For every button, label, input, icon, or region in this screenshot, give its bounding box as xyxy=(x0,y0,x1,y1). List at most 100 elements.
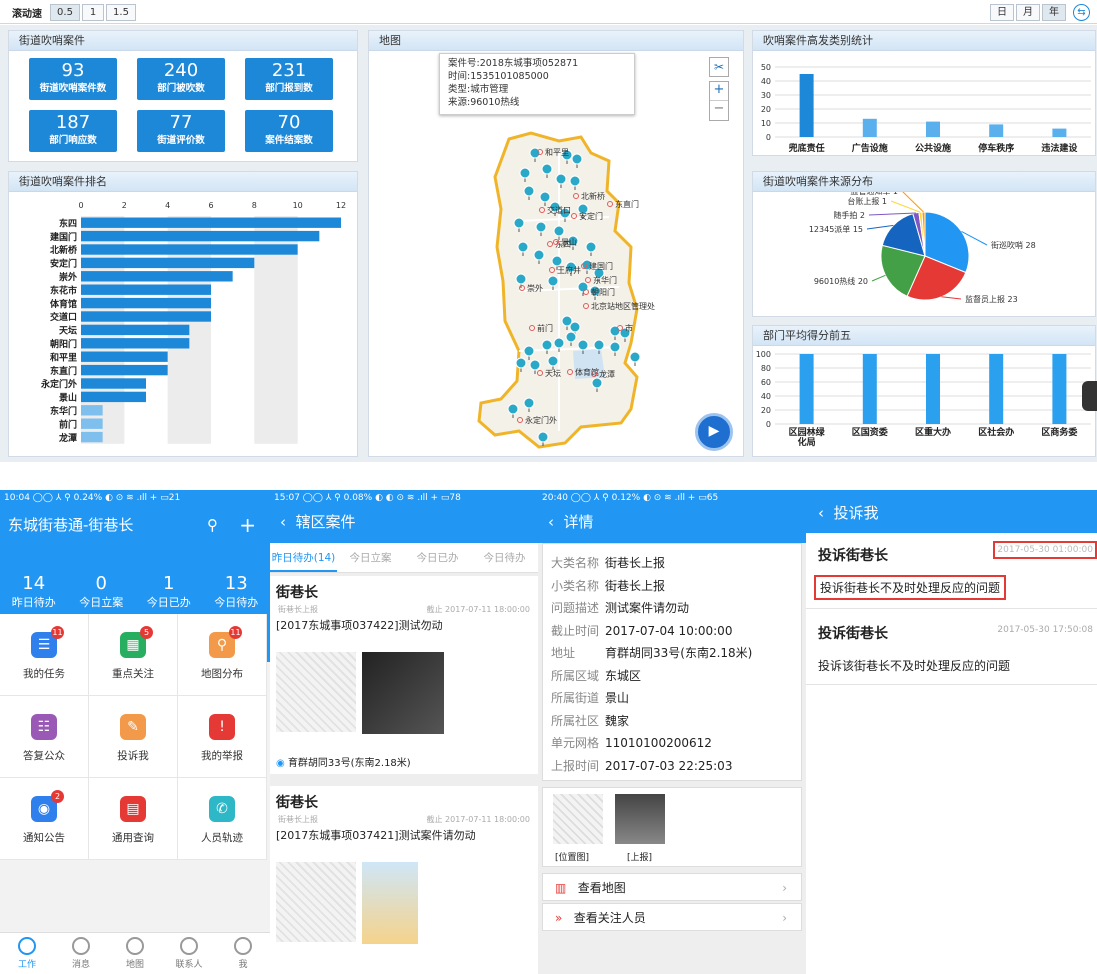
detail-key: 问题描述 xyxy=(551,601,600,615)
y-tick-label: 20 xyxy=(761,406,771,415)
grid-item-1[interactable]: ☰ 11 我的任务 xyxy=(0,614,89,696)
tab-yesterday-pending[interactable]: 昨日待办(14) xyxy=(270,543,337,572)
summary-stat[interactable]: 13 今日待办 xyxy=(203,573,271,610)
tab-messages[interactable]: 消息 xyxy=(54,933,108,974)
y-tick-label: 10 xyxy=(761,119,771,128)
measure-icon[interactable]: ✂ xyxy=(709,57,729,77)
detail-key: 上报时间 xyxy=(551,758,600,773)
complaint-time: 2017-05-30 17:50:08 xyxy=(997,625,1093,635)
case-photo-thumbnail[interactable] xyxy=(362,652,444,734)
tab-me[interactable]: 我 xyxy=(216,933,270,974)
case-deadline: 截止 2017-07-11 18:00:00 xyxy=(426,815,530,824)
period-year-button[interactable]: 年 xyxy=(1042,4,1066,21)
view-map-link[interactable]: ▥ 查看地图 › xyxy=(542,873,802,901)
case-pin xyxy=(515,357,527,369)
arrows-icon: » xyxy=(555,911,563,925)
case-map-thumbnail[interactable] xyxy=(276,862,356,942)
grid-item-5[interactable]: ✎ 投诉我 xyxy=(89,696,178,778)
grid-item-icon: ☷ xyxy=(31,714,57,740)
map-icon: ▥ xyxy=(555,881,567,895)
case-card[interactable]: 街巷长 街巷长上报 截止 2017-07-11 18:00:00 [2017东城事… xyxy=(270,786,538,974)
case-pin xyxy=(517,241,529,253)
case-pin xyxy=(547,275,559,287)
app-title: 东城街巷通-街巷长 xyxy=(8,516,134,534)
photo-caption: [位置图] xyxy=(555,853,590,863)
badge: 2 xyxy=(51,790,64,803)
tab-contacts[interactable]: 联系人 xyxy=(162,933,216,974)
complaints-title: 投诉我 xyxy=(833,504,879,522)
add-icon[interactable]: + xyxy=(239,507,256,543)
period-day-button[interactable]: 日 xyxy=(990,4,1014,21)
cases-title-bar: ‹ 辖区案件 xyxy=(270,507,538,543)
complaint-item[interactable]: 投诉街巷长 2017-05-30 17:50:08 投诉该街巷长不及时处理反应的… xyxy=(806,609,1097,685)
summary-stat[interactable]: 14 昨日待办 xyxy=(0,573,68,610)
grid-item-2[interactable]: ▦ 5 重点关注 xyxy=(89,614,178,696)
back-icon[interactable]: ‹ xyxy=(818,504,834,522)
stat-tile[interactable]: 240 部门被吹数 xyxy=(137,58,225,100)
y-tick-label: 60 xyxy=(761,378,771,387)
zoom-in-button[interactable]: + xyxy=(710,82,728,101)
summary-stat[interactable]: 1 今日已办 xyxy=(135,573,203,610)
stat-tile[interactable]: 187 部门响应数 xyxy=(29,110,117,152)
zoom-out-button[interactable]: − xyxy=(710,101,728,120)
map-label: 朝阳门 xyxy=(591,287,615,297)
case-deadline: 截止 2017-07-11 18:00:00 xyxy=(426,605,530,614)
case-photo-thumbnail[interactable] xyxy=(362,862,418,944)
tab-today-pending[interactable]: 今日待办 xyxy=(471,543,538,572)
category-label: 崇外 xyxy=(59,271,77,283)
report-photo[interactable] xyxy=(615,794,665,844)
tab-today-done[interactable]: 今日已办 xyxy=(404,543,471,572)
grid-item-label: 人员轨迹 xyxy=(201,832,243,844)
case-pin xyxy=(553,225,565,237)
grid-item-icon: ▤ xyxy=(120,796,146,822)
case-pin xyxy=(537,431,549,443)
grid-item-3[interactable]: ⚲ 11 地图分布 xyxy=(178,614,267,696)
back-icon[interactable]: ‹ xyxy=(280,513,296,531)
speed-0.5-button[interactable]: 0.5 xyxy=(50,4,80,21)
speed-1-button[interactable]: 1 xyxy=(82,4,104,21)
toggle-icon[interactable]: ⇆ xyxy=(1073,4,1090,21)
search-icon[interactable]: ⚲ xyxy=(207,507,218,543)
bar xyxy=(81,257,255,269)
case-map-thumbnail[interactable] xyxy=(276,652,356,732)
tab-work[interactable]: 工作 xyxy=(0,933,54,974)
grid-item-4[interactable]: ☷ 答复公众 xyxy=(0,696,89,778)
chevron-right-icon: › xyxy=(782,911,787,925)
bar xyxy=(799,354,814,424)
stat-tile[interactable]: 70 案件结案数 xyxy=(245,110,333,152)
view-followers-link[interactable]: » 查看关注人员 › xyxy=(542,903,802,931)
summary-stat[interactable]: 0 今日立案 xyxy=(68,573,136,610)
grid-item-icon: ▦ 5 xyxy=(120,626,153,658)
stat-tile[interactable]: 93 街道吹哨案件数 xyxy=(29,58,117,100)
tab-today-filed[interactable]: 今日立案 xyxy=(337,543,404,572)
detail-row: 所属社区 魏家 xyxy=(543,710,801,733)
location-photo[interactable] xyxy=(553,794,603,844)
stat-tile[interactable]: 231 部门报到数 xyxy=(245,58,333,100)
dept-panel: 部门平均得分前五 0 20 40 60 80 100 区园林绿 化局 区国资委 区重大办 区社会办 区… xyxy=(752,325,1096,457)
grid-item-7[interactable]: ◉ 2 通知公告 xyxy=(0,778,89,860)
category-label: 区国资委 xyxy=(852,426,889,438)
play-icon[interactable]: ▶ xyxy=(695,413,733,451)
case-card[interactable]: 街巷长 街巷长上报 截止 2017-07-11 18:00:00 [2017东城事… xyxy=(270,576,538,774)
bar xyxy=(81,391,146,403)
map-label: 王府井 xyxy=(557,265,581,275)
complaint-item[interactable]: 投诉街巷长 2017-05-30 01:00:00 投诉街巷长不及时处理反应的问… xyxy=(806,533,1097,609)
phone-cases: 15:07 ◯◯ ⅄ ⚲ 0.08% ◐ ◐ ⊙ ≋ .ıll + ▭78 ‹ … xyxy=(270,490,538,974)
y-tick-label: 20 xyxy=(761,105,771,114)
bar xyxy=(799,74,814,137)
grid-item-8[interactable]: ▤ 通用查询 xyxy=(89,778,178,860)
back-icon[interactable]: ‹ xyxy=(548,513,564,531)
pie-label: 12345派单 15 xyxy=(809,224,863,234)
tab-map[interactable]: 地图 xyxy=(108,933,162,974)
case-popup[interactable]: 案件号:2018东城事项052871 时间:1535101085000 类型:城市管… xyxy=(439,53,635,115)
grid-item-6[interactable]: ! 我的举报 xyxy=(178,696,267,778)
bar xyxy=(81,284,211,295)
speed-1.5-button[interactable]: 1.5 xyxy=(106,4,136,21)
case-pin xyxy=(507,403,519,415)
stat-tile[interactable]: 77 街道评价数 xyxy=(137,110,225,152)
grid-item-icon: ✆ xyxy=(209,796,235,822)
side-handle[interactable] xyxy=(1082,381,1097,411)
grid-item-label: 我的任务 xyxy=(23,668,65,680)
period-month-button[interactable]: 月 xyxy=(1016,4,1040,21)
grid-item-9[interactable]: ✆ 人员轨迹 xyxy=(178,778,267,860)
